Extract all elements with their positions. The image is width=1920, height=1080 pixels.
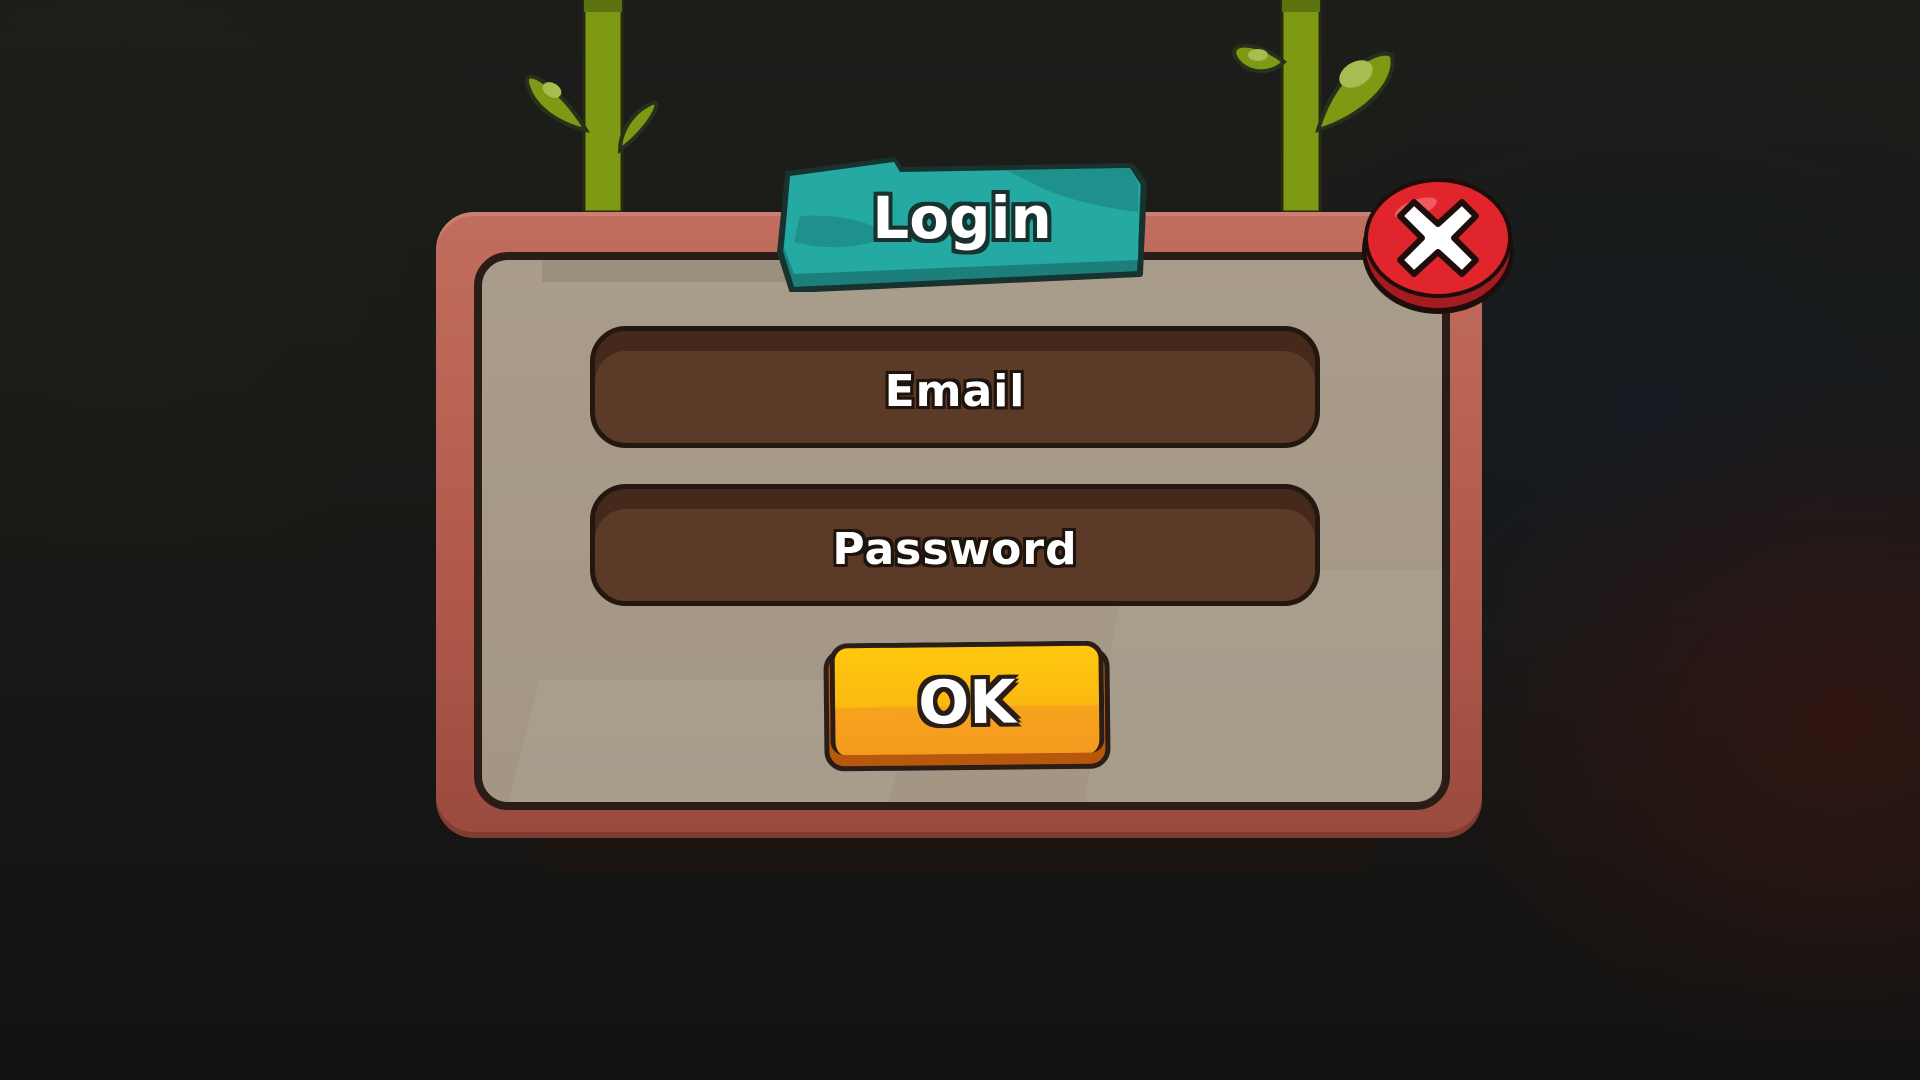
email-field-label: Email — [884, 365, 1026, 417]
panel-crack — [542, 260, 802, 282]
password-field-label: Password — [832, 523, 1078, 575]
ok-button[interactable]: OK — [823, 640, 1111, 772]
dialog-title: Login — [872, 184, 1052, 252]
close-button[interactable] — [1358, 168, 1518, 316]
dialog-title-plate: Login — [776, 156, 1148, 292]
email-field[interactable]: Email — [590, 326, 1320, 448]
left-vine-icon — [525, 0, 659, 214]
password-field[interactable]: Password — [590, 484, 1320, 606]
close-icon — [1362, 178, 1514, 314]
ok-button-face: OK — [829, 640, 1105, 756]
login-scene: Email Password OK Login — [0, 0, 1920, 1080]
ok-button-label: OK — [917, 666, 1017, 739]
panel-crack — [1079, 570, 1442, 802]
